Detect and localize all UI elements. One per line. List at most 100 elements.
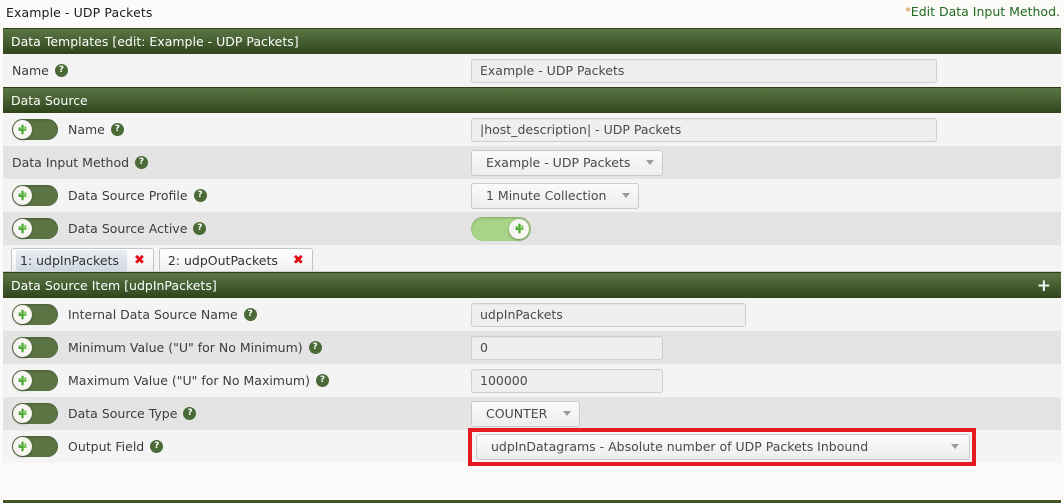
template-name-input[interactable] bbox=[471, 58, 937, 83]
ds-type-value: COUNTER bbox=[486, 406, 548, 421]
help-icon[interactable]: ? bbox=[315, 374, 329, 387]
internal-ds-name-template-toggle[interactable] bbox=[12, 304, 58, 325]
field-template-name bbox=[471, 58, 1061, 83]
tab-udpoutpackets-close-icon[interactable]: ✖ bbox=[288, 254, 308, 267]
maximum-value-input[interactable] bbox=[471, 368, 663, 393]
field-minimum-value bbox=[471, 335, 1061, 360]
field-output-field: udpInDatagrams - Absolute number of UDP … bbox=[468, 427, 1061, 466]
minimum-value-template-toggle[interactable] bbox=[12, 337, 58, 358]
tab-udpinpackets-close-icon[interactable]: ✖ bbox=[129, 254, 149, 267]
label-minimum-value-text: Minimum Value ("U" for No Minimum) bbox=[68, 340, 303, 355]
label-internal-ds-name: Internal Data Source Name ? bbox=[3, 304, 471, 325]
label-ds-active-text: Data Source Active bbox=[68, 221, 188, 236]
section-header-data-templates: Data Templates [edit: Example - UDP Pack… bbox=[3, 28, 1061, 54]
row-template-name: Name ? bbox=[3, 54, 1061, 87]
page-title: Example - UDP Packets bbox=[6, 5, 153, 20]
ds-profile-select[interactable]: 1 Minute Collection bbox=[471, 182, 640, 209]
label-ds-name: Name ? bbox=[3, 119, 471, 140]
toggle-knob bbox=[13, 338, 32, 357]
section-header-data-templates-label: Data Templates [edit: Example - UDP Pack… bbox=[11, 34, 299, 49]
label-data-input-method: Data Input Method ? bbox=[3, 155, 471, 170]
section-header-data-source: Data Source bbox=[3, 87, 1061, 113]
cactus-icon bbox=[515, 223, 523, 234]
field-ds-active bbox=[471, 216, 1061, 241]
help-icon[interactable]: ? bbox=[243, 308, 257, 321]
label-ds-type: Data Source Type ? bbox=[3, 403, 471, 424]
edit-data-input-method-link[interactable]: Edit Data Input Method. bbox=[911, 4, 1060, 19]
row-data-input-method: Data Input Method ? Example - UDP Packet… bbox=[3, 146, 1061, 179]
help-icon[interactable]: ? bbox=[135, 156, 149, 169]
tab-udpinpackets-label: 1: udpInPackets bbox=[16, 249, 127, 271]
label-template-name: Name ? bbox=[3, 63, 471, 78]
internal-ds-name-input[interactable] bbox=[471, 302, 746, 327]
toggle-knob bbox=[13, 120, 32, 139]
maximum-value-template-toggle[interactable] bbox=[12, 370, 58, 391]
form-frame: Data Templates [edit: Example - UDP Pack… bbox=[3, 28, 1061, 466]
label-maximum-value: Maximum Value ("U" for No Maximum) ? bbox=[3, 370, 471, 391]
output-field-template-toggle[interactable] bbox=[12, 436, 58, 457]
tab-udpoutpackets[interactable]: 2: udpOutPackets ✖ bbox=[158, 248, 313, 271]
data-input-method-value: Example - UDP Packets bbox=[486, 155, 631, 170]
field-maximum-value bbox=[471, 368, 1061, 393]
help-icon[interactable]: ? bbox=[193, 222, 207, 235]
chevron-down-icon bbox=[951, 444, 959, 449]
output-field-select[interactable]: udpInDatagrams - Absolute number of UDP … bbox=[476, 433, 970, 460]
cactus-icon bbox=[18, 223, 27, 234]
label-ds-profile-text: Data Source Profile bbox=[68, 188, 188, 203]
section-header-data-source-item: Data Source Item [udpInPackets] + bbox=[3, 272, 1061, 298]
field-ds-profile: 1 Minute Collection bbox=[471, 182, 1061, 209]
row-ds-type: Data Source Type ? COUNTER bbox=[3, 397, 1061, 430]
row-ds-name: Name ? bbox=[3, 113, 1061, 146]
label-minimum-value: Minimum Value ("U" for No Minimum) ? bbox=[3, 337, 471, 358]
toggle-knob bbox=[13, 371, 32, 390]
cactus-icon bbox=[18, 190, 27, 201]
label-ds-name-text: Name bbox=[68, 122, 105, 137]
ds-name-input[interactable] bbox=[471, 117, 937, 142]
help-icon[interactable]: ? bbox=[150, 440, 164, 453]
chevron-down-icon bbox=[646, 160, 655, 165]
tab-udpinpackets[interactable]: 1: udpInPackets ✖ bbox=[11, 248, 154, 271]
row-ds-active: Data Source Active ? bbox=[3, 212, 1061, 245]
cactus-icon bbox=[18, 375, 27, 386]
help-icon[interactable]: ? bbox=[193, 189, 207, 202]
help-icon[interactable]: ? bbox=[308, 341, 322, 354]
cactus-icon bbox=[18, 309, 27, 320]
field-ds-type: COUNTER bbox=[471, 400, 1061, 427]
toggle-knob bbox=[13, 219, 32, 238]
help-icon[interactable]: ? bbox=[110, 123, 124, 136]
label-ds-active: Data Source Active ? bbox=[3, 218, 471, 239]
data-source-item-tabs: 1: udpInPackets ✖ 2: udpOutPackets ✖ bbox=[3, 245, 1061, 272]
row-minimum-value: Minimum Value ("U" for No Minimum) ? bbox=[3, 331, 1061, 364]
label-internal-ds-name-text: Internal Data Source Name bbox=[68, 307, 238, 322]
label-data-input-method-text: Data Input Method bbox=[12, 155, 130, 170]
minimum-value-input[interactable] bbox=[471, 335, 663, 360]
cactus-icon bbox=[18, 342, 27, 353]
data-input-method-select[interactable]: Example - UDP Packets bbox=[471, 149, 664, 176]
output-field-value: udpInDatagrams - Absolute number of UDP … bbox=[491, 439, 869, 454]
row-maximum-value: Maximum Value ("U" for No Maximum) ? bbox=[3, 364, 1061, 397]
ds-type-template-toggle[interactable] bbox=[12, 403, 58, 424]
help-icon[interactable]: ? bbox=[54, 64, 68, 77]
label-maximum-value-text: Maximum Value ("U" for No Maximum) bbox=[68, 373, 310, 388]
toggle-knob bbox=[13, 437, 32, 456]
label-ds-type-text: Data Source Type bbox=[68, 406, 178, 421]
field-internal-ds-name bbox=[471, 302, 1061, 327]
label-output-field-text: Output Field bbox=[68, 439, 145, 454]
ds-profile-template-toggle[interactable] bbox=[12, 185, 58, 206]
ds-active-template-toggle[interactable] bbox=[12, 218, 58, 239]
ds-profile-value: 1 Minute Collection bbox=[486, 188, 607, 203]
toggle-knob bbox=[13, 404, 32, 423]
ds-type-select[interactable]: COUNTER bbox=[471, 400, 581, 427]
cactus-icon bbox=[18, 441, 27, 452]
ds-name-template-toggle[interactable] bbox=[12, 119, 58, 140]
row-output-field: Output Field ? udpInDatagrams - Absolute… bbox=[3, 427, 1061, 466]
section-header-data-source-item-label: Data Source Item [udpInPackets] bbox=[11, 278, 217, 293]
chevron-down-icon bbox=[622, 193, 631, 198]
edit-data-input-method-area: *Edit Data Input Method. bbox=[905, 4, 1060, 19]
toggle-knob bbox=[13, 186, 32, 205]
ds-active-toggle[interactable] bbox=[471, 216, 531, 241]
help-icon[interactable]: ? bbox=[183, 407, 197, 420]
topbar: Example - UDP Packets *Edit Data Input M… bbox=[0, 0, 1064, 28]
add-data-source-item-icon[interactable]: + bbox=[1037, 273, 1051, 298]
label-output-field: Output Field ? bbox=[3, 436, 471, 457]
